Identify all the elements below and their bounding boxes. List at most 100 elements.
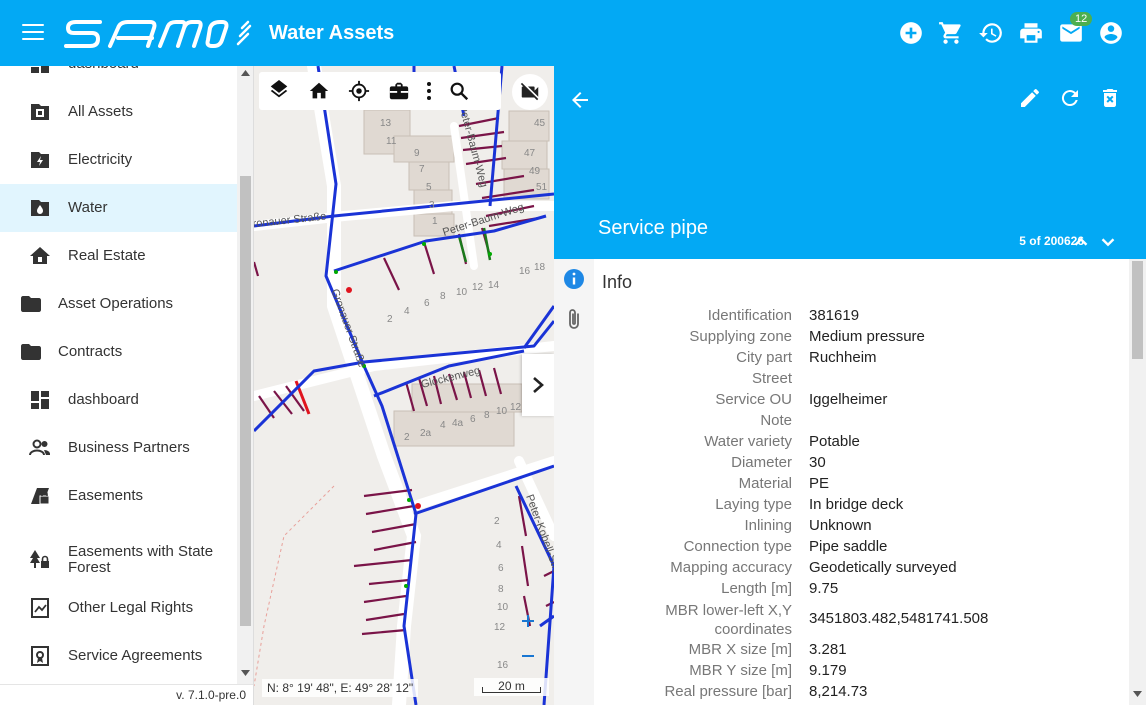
attribute-label: City part — [736, 349, 792, 366]
house-number: 2a — [420, 428, 432, 439]
attribute-label: Length [m] — [721, 580, 792, 597]
account-icon[interactable] — [1098, 20, 1124, 46]
app-title: Water Assets — [269, 22, 395, 44]
feature-title: Service pipe — [598, 217, 709, 239]
attribute-value: Unknown — [809, 517, 872, 534]
section-title: Info — [602, 272, 633, 292]
edit-icon[interactable] — [1018, 86, 1042, 110]
sidebar: dashboard All Assets Electricity Water R… — [0, 66, 254, 705]
mail-button[interactable]: 12 — [1058, 12, 1093, 46]
locate-button[interactable] — [339, 72, 379, 110]
map-search-button[interactable] — [439, 72, 479, 110]
dashboard-icon — [31, 66, 49, 73]
house-number: 6 — [424, 298, 430, 309]
sidebar-item-asset-operations[interactable]: Asset Operations — [0, 280, 237, 328]
easement-lock-icon — [31, 488, 50, 505]
camera-off-button[interactable] — [512, 74, 548, 110]
map-toolbar — [259, 72, 501, 110]
info-icon[interactable] — [562, 267, 586, 291]
sidebar-item-easements-state-forest[interactable]: Easements with State Forest — [0, 536, 237, 584]
home-button[interactable] — [299, 72, 339, 110]
sidebar-item-label: Business Partners — [68, 439, 190, 456]
house-number: 10 — [456, 287, 468, 298]
sidebar-item-business-partners[interactable]: Business Partners — [0, 424, 237, 472]
more-vert-icon — [427, 82, 431, 100]
attribute-value: Ruchheim — [809, 349, 877, 366]
people-icon — [29, 439, 50, 456]
real-estate-icon — [30, 247, 50, 264]
attribute-value: 3451803.482,5481741.508 — [809, 610, 989, 627]
sidebar-item-label: Real Estate — [68, 247, 146, 264]
house-number: 4 — [440, 420, 446, 431]
panel-scroll-thumb[interactable] — [1132, 261, 1143, 359]
legal-document-icon — [31, 598, 49, 618]
house-number: 2 — [387, 314, 393, 325]
sidebar-item-all-assets[interactable]: All Assets — [0, 88, 237, 136]
attribute-value: 381619 — [809, 307, 860, 324]
chevron-up-icon[interactable] — [1070, 231, 1092, 253]
toolbox-button[interactable] — [379, 72, 419, 110]
attribute-label: Material — [738, 475, 792, 492]
menu-icon[interactable] — [22, 24, 44, 42]
delete-icon[interactable] — [1098, 86, 1122, 110]
scroll-down-icon[interactable] — [241, 670, 250, 676]
house-number: 8 — [484, 410, 490, 421]
map-view[interactable]: Gronauer Straße Gronauer Straße Peter-Ba… — [254, 66, 554, 705]
house-number: 8 — [498, 584, 504, 595]
attribute-label: Note — [760, 412, 792, 429]
sidebar-item-service-agreements[interactable]: Service Agreements — [0, 632, 237, 680]
sidebar-item-water[interactable]: Water — [0, 184, 237, 232]
history-icon[interactable] — [978, 20, 1004, 46]
cart-icon[interactable] — [938, 20, 964, 46]
attribute-value: Pipe saddle — [809, 538, 888, 555]
house-number: 49 — [529, 166, 541, 177]
sidebar-item-dashboard[interactable]: dashboard — [0, 66, 237, 88]
sidebar-item-real-estate[interactable]: Real Estate — [0, 232, 237, 280]
sidebar-item-label: Service Agreements — [68, 647, 203, 664]
scroll-up-icon[interactable] — [241, 70, 250, 76]
sidebar-item-easements[interactable]: Easements — [0, 472, 237, 520]
print-icon[interactable] — [1018, 20, 1044, 46]
videocam-off-icon — [520, 82, 539, 101]
sidebar-item-contracts-dashboard[interactable]: dashboard — [0, 376, 237, 424]
sidebar-scrollbar[interactable] — [237, 66, 253, 686]
panel-scrollbar[interactable] — [1129, 259, 1146, 705]
home-icon — [309, 82, 329, 99]
attribute-label: Connection type — [683, 538, 792, 555]
refresh-icon[interactable] — [1058, 86, 1082, 110]
more-button[interactable] — [419, 72, 439, 110]
attribute-value: In bridge deck — [809, 496, 904, 513]
attribute-label: MBR lower-left X,Y coordinates — [665, 602, 792, 638]
house-number: 14 — [488, 280, 500, 291]
app-header: Water Assets 12 — [0, 0, 1146, 66]
house-number: 2 — [494, 516, 500, 527]
detail-tabs — [554, 259, 594, 705]
attribute-value: 3.281 — [809, 641, 847, 658]
expand-panel-button[interactable] — [522, 354, 554, 416]
sidebar-scroll-thumb[interactable] — [240, 176, 251, 626]
house-number: 7 — [419, 164, 425, 175]
attribute-label: Mapping accuracy — [670, 559, 792, 576]
house-number: 6 — [470, 414, 476, 425]
samo-logo — [64, 20, 252, 48]
sidebar-item-electricity[interactable]: Electricity — [0, 136, 237, 184]
attribute-value: Medium pressure — [809, 328, 925, 345]
folder-icon — [21, 296, 41, 312]
attachment-icon[interactable] — [562, 307, 586, 331]
electricity-folder-icon — [31, 152, 49, 168]
house-number: 4a — [452, 418, 464, 429]
layers-button[interactable] — [259, 72, 299, 110]
arrow-back-icon[interactable] — [568, 88, 592, 112]
attribute-value: 9.179 — [809, 662, 847, 679]
chevron-down-icon[interactable] — [1097, 231, 1119, 253]
house-number: 13 — [380, 118, 392, 129]
map-canvas[interactable]: Gronauer Straße Gronauer Straße Peter-Ba… — [254, 66, 554, 705]
add-circle-icon[interactable] — [898, 20, 924, 46]
scroll-down-icon[interactable] — [1133, 691, 1142, 697]
house-number: 10 — [497, 602, 509, 613]
service-agreement-icon — [31, 646, 49, 666]
attribute-label: Laying type — [715, 496, 792, 513]
map-coordinates: N: 8° 19' 48", E: 49° 28' 12" — [262, 679, 419, 697]
sidebar-item-contracts[interactable]: Contracts — [0, 328, 237, 376]
sidebar-item-other-legal-rights[interactable]: Other Legal Rights — [0, 584, 237, 632]
